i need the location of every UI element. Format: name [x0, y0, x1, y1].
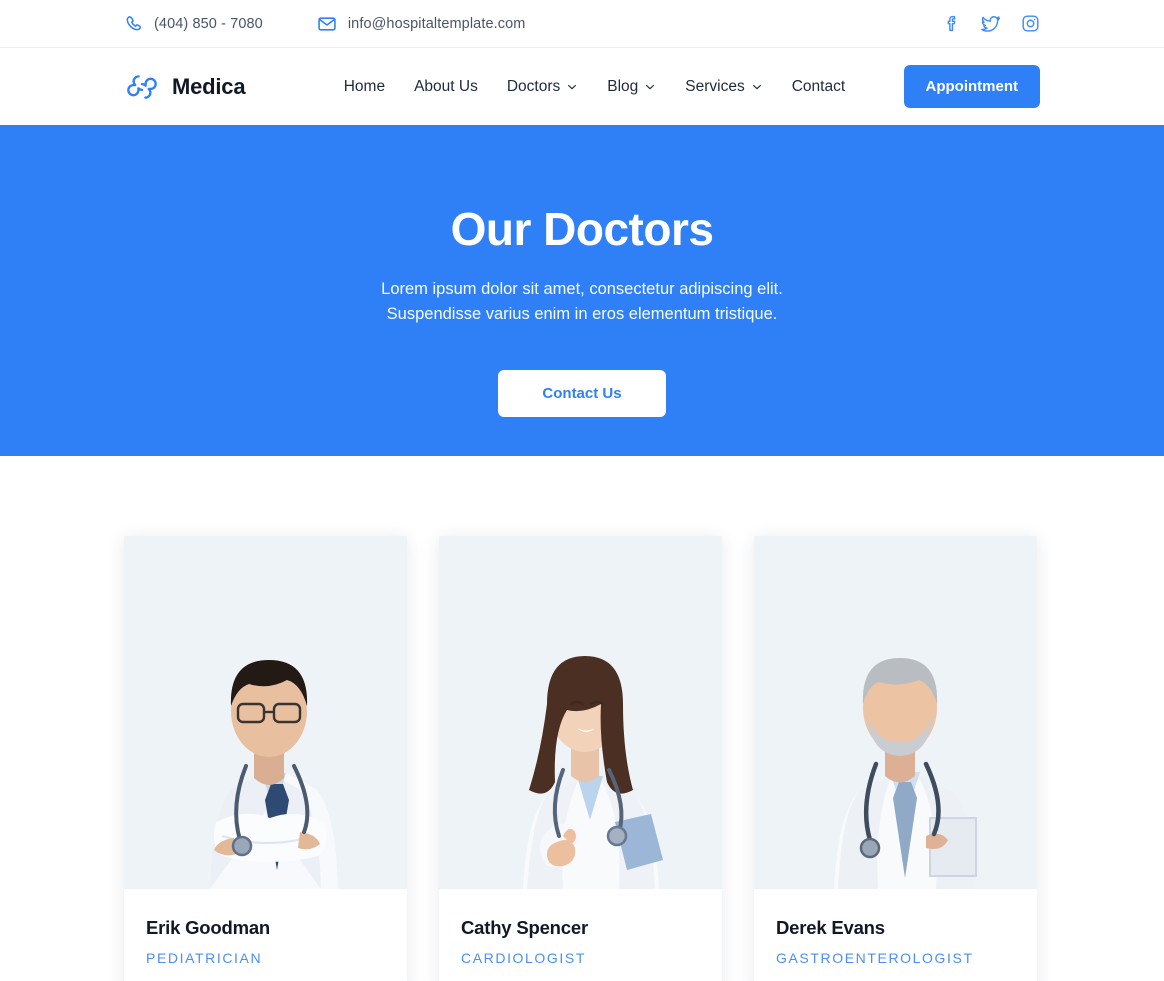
topbar-contact-group: (404) 850 - 7080 info@hospitaltemplate.c…	[124, 14, 942, 34]
doctor-card[interactable]: Derek Evans GASTROENTEROLOGIST	[754, 536, 1037, 981]
email-contact[interactable]: info@hospitaltemplate.com	[317, 14, 526, 34]
top-contact-bar: (404) 850 - 7080 info@hospitaltemplate.c…	[0, 0, 1164, 48]
doctor-name: Derek Evans	[776, 917, 885, 938]
doctor-photo	[439, 536, 722, 889]
doctor-name: Erik Goodman	[146, 917, 271, 938]
phone-contact[interactable]: (404) 850 - 7080	[124, 14, 263, 33]
brand-logo[interactable]: Medica	[124, 69, 246, 105]
hero-banner: Our Doctors Lorem ipsum dolor sit amet, …	[0, 125, 1164, 456]
nav-item-blog[interactable]: Blog	[607, 78, 656, 96]
doctor-info: Derek Evans GASTROENTEROLOGIST	[754, 889, 1037, 981]
email-address-text: info@hospitaltemplate.com	[347, 15, 526, 32]
hero-subtitle-line-2: Suspendisse varius enim in eros elementu…	[386, 304, 778, 323]
doctors-section: Erik Goodman PEDIATRICIAN Cathy Spencer …	[0, 456, 1164, 981]
chevron-down-icon	[644, 81, 656, 93]
phone-number-text: (404) 850 - 7080	[154, 15, 263, 32]
doctor-specialty: GASTROENTEROLOGIST	[776, 950, 974, 966]
contact-us-button[interactable]: Contact Us	[498, 370, 666, 418]
nav-item-about-us[interactable]: About Us	[414, 78, 478, 96]
doctor-photo	[754, 536, 1037, 889]
nav-label: Contact	[791, 77, 846, 95]
doctor-card-list: Erik Goodman PEDIATRICIAN Cathy Spencer …	[124, 536, 1040, 981]
doctor-name: Cathy Spencer	[461, 917, 588, 938]
instagram-icon[interactable]	[1021, 14, 1040, 33]
medical-cross-logo-icon	[124, 69, 160, 105]
nav-label: Blog	[607, 77, 639, 95]
chevron-down-icon	[751, 81, 763, 93]
nav-label: About Us	[414, 77, 478, 95]
nav-item-contact[interactable]: Contact	[792, 78, 845, 96]
nav-label: Home	[343, 77, 386, 95]
doctor-photo	[124, 536, 407, 889]
page-title: Our Doctors	[450, 203, 714, 255]
twitter-icon[interactable]	[981, 14, 1001, 34]
chevron-down-icon	[566, 81, 578, 93]
hero-subtitle: Lorem ipsum dolor sit amet, consectetur …	[381, 277, 783, 327]
doctor-specialty: CARDIOLOGIST	[461, 950, 586, 966]
nav-label: Services	[685, 77, 745, 95]
doctor-specialty: PEDIATRICIAN	[146, 950, 263, 966]
nav-item-home[interactable]: Home	[344, 78, 385, 96]
nav-item-doctors[interactable]: Doctors	[507, 78, 578, 96]
nav-label: Doctors	[506, 77, 561, 95]
nav-item-services[interactable]: Services	[685, 78, 762, 96]
doctor-card[interactable]: Cathy Spencer CARDIOLOGIST	[439, 536, 722, 981]
mail-icon	[317, 14, 337, 34]
phone-icon	[124, 14, 143, 33]
appointment-button[interactable]: Appointment	[903, 65, 1040, 108]
social-links	[942, 14, 1040, 34]
site-header: Medica Home About Us Doctors Blog Servic…	[0, 48, 1164, 125]
main-navigation: Home About Us Doctors Blog Services Cont…	[285, 78, 903, 96]
brand-name: Medica	[172, 73, 246, 99]
facebook-icon[interactable]	[942, 14, 961, 33]
hero-subtitle-line-1: Lorem ipsum dolor sit amet, consectetur …	[381, 279, 783, 298]
doctor-info: Cathy Spencer CARDIOLOGIST	[439, 889, 722, 981]
doctor-card[interactable]: Erik Goodman PEDIATRICIAN	[124, 536, 407, 981]
doctor-info: Erik Goodman PEDIATRICIAN	[124, 889, 407, 981]
